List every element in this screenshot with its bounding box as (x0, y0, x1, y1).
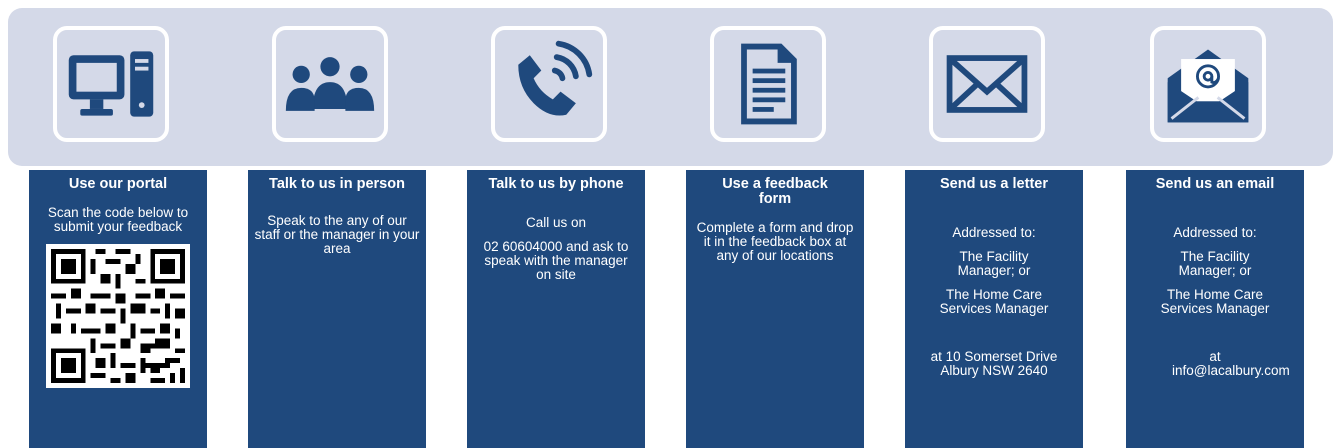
option-portal: Use our portal Scan the code below to su… (29, 0, 207, 448)
icon-tile (929, 26, 1045, 142)
card-text (911, 326, 1077, 340)
email-icon (1167, 49, 1249, 123)
info-card: Send us a letter Addressed to: The Facil… (905, 170, 1083, 448)
info-card: Use our portal Scan the code below to su… (29, 170, 207, 448)
phone-icon (518, 40, 593, 116)
card-title: Use a feedback form (722, 176, 828, 207)
qr-code[interactable] (46, 244, 190, 388)
card-text (1132, 326, 1298, 340)
icon-tile (1150, 26, 1266, 142)
card-text: Speak to the any of our staff or the man… (254, 213, 420, 256)
address-text: at 10 Somerset Drive Albury NSW 2640 (930, 349, 1058, 378)
card-title: Send us a letter (940, 176, 1048, 192)
envelope-icon (946, 55, 1028, 113)
card-title: Talk to us by phone (488, 176, 624, 192)
card-text: Addressed to: (952, 225, 1036, 240)
option-feedback-form: Use a feedback form Complete a form and … (686, 0, 864, 448)
card-text: Complete a form and drop it in the feedb… (696, 220, 854, 263)
card-text: The Facility Manager; or (957, 249, 1031, 278)
icon-tile (272, 26, 388, 142)
people-group-icon (285, 57, 375, 111)
info-card: Talk to us by phone Call us on 02 606040… (467, 170, 645, 448)
option-phone: Talk to us by phone Call us on 02 606040… (467, 0, 645, 448)
card-text: The Home Care Services Manager (1160, 287, 1270, 316)
icon-tile (710, 26, 826, 142)
card-text: Addressed to: (1173, 225, 1257, 240)
card-title: Send us an email (1155, 176, 1275, 192)
option-email: Send us an email Addressed to: The Facil… (1126, 0, 1304, 448)
icon-tile (491, 26, 607, 142)
card-title: Use our portal (68, 176, 168, 192)
computer-icon (68, 51, 154, 117)
info-card: Use a feedback form Complete a form and … (686, 170, 864, 448)
option-letter: Send us a letter Addressed to: The Facil… (905, 0, 1083, 448)
info-card: Talk to us in person Speak to the any of… (248, 170, 426, 448)
phone-number-text: 02 60604000 and ask to speak with the ma… (483, 239, 629, 282)
info-card: Send us an email Addressed to: The Facil… (1126, 170, 1304, 448)
card-text: The Home Care Services Manager (939, 287, 1049, 316)
card-text: The Facility Manager; or (1178, 249, 1252, 278)
card-text: Call us on (525, 215, 587, 230)
email-address-text: at info@lacalbury.com (1172, 349, 1290, 378)
card-text: Scan the code below to submit your feedb… (47, 205, 189, 234)
document-icon (741, 43, 797, 125)
icon-tile (53, 26, 169, 142)
option-in-person: Talk to us in person Speak to the any of… (248, 0, 426, 448)
card-title: Talk to us in person (269, 176, 405, 192)
